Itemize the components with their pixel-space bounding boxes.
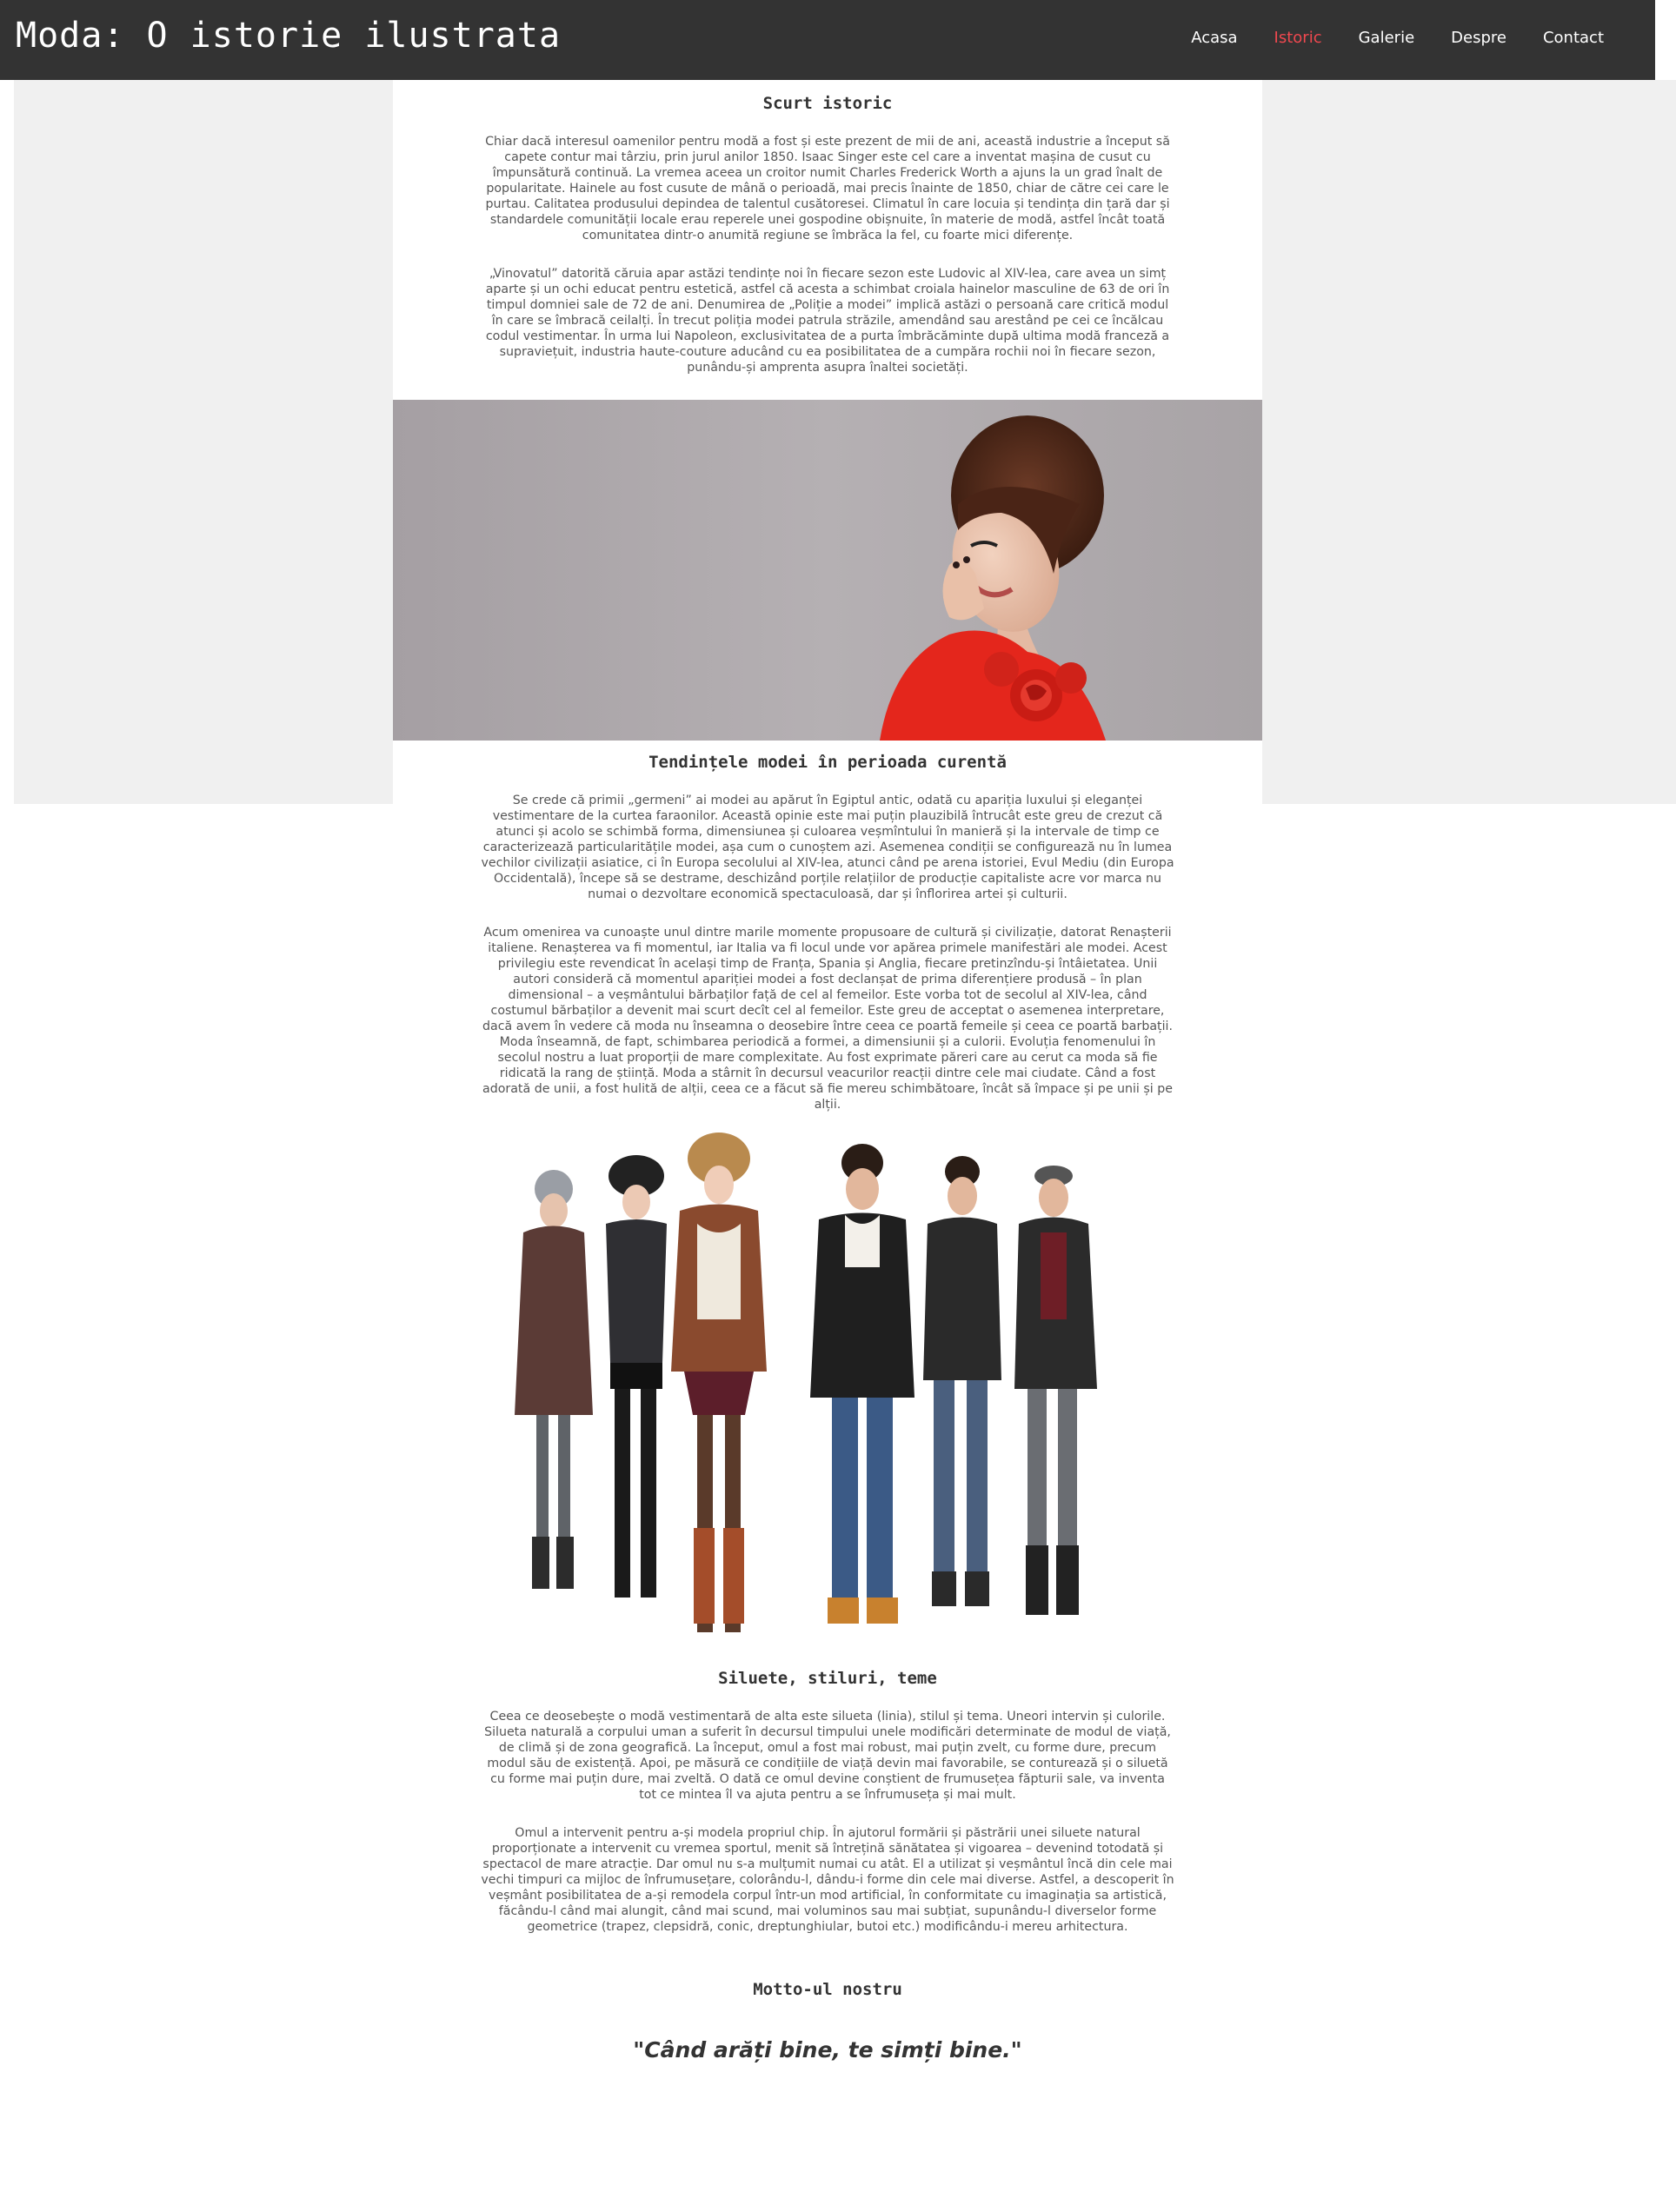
site-header: Moda: O istorie ilustrata Acasa Istoric … [0,0,1655,80]
section-heading-siluete: Siluete, stiluri, teme [718,1669,937,1688]
group-image-people [393,1128,1262,1658]
section-heading-tendinte: Tendințele modei în perioada curentă [648,753,1007,772]
paragraph-siluete-2: Omul a intervenit pentru a-și modela pro… [481,1826,1174,1934]
paragraph-tendinte-1: Se crede că primii „germeni” ai modei au… [481,794,1174,901]
paragraph-istoric-2: „Vinovatul” datorită căruia apar astăzi … [485,267,1170,375]
nav-item-istoric[interactable]: Istoric [1256,21,1340,56]
paragraph-tendinte-2: Acum omenirea va cunoaște unul dintre ma… [482,926,1173,1112]
paragraph-siluete-1: Ceea ce deosebește o modă vestimentară d… [484,1710,1171,1802]
section-heading-istoric: Scurt istoric [762,94,893,113]
hero-image-woman [393,400,1262,741]
motto-quote: "Când arăți bine, te simți bine." [633,2037,1022,2063]
section-heading-motto: Motto-ul nostru [753,1980,902,1999]
group-illustration [515,1133,1097,1632]
woman-illustration [880,415,1106,741]
site-title[interactable]: Moda: O istorie ilustrata [16,14,561,57]
main-content: Scurt istoric Chiar dacă interesul oamen… [393,80,1262,2063]
nav-item-contact[interactable]: Contact [1525,21,1622,56]
main-nav: Acasa Istoric Galerie Despre Contact [1173,21,1622,56]
paragraph-istoric-1: Chiar dacă interesul oamenilor pentru mo… [485,135,1170,242]
nav-item-galerie[interactable]: Galerie [1340,21,1433,56]
nav-item-despre[interactable]: Despre [1433,21,1525,56]
nav-item-acasa[interactable]: Acasa [1173,21,1255,56]
person-figure [515,1170,593,1589]
